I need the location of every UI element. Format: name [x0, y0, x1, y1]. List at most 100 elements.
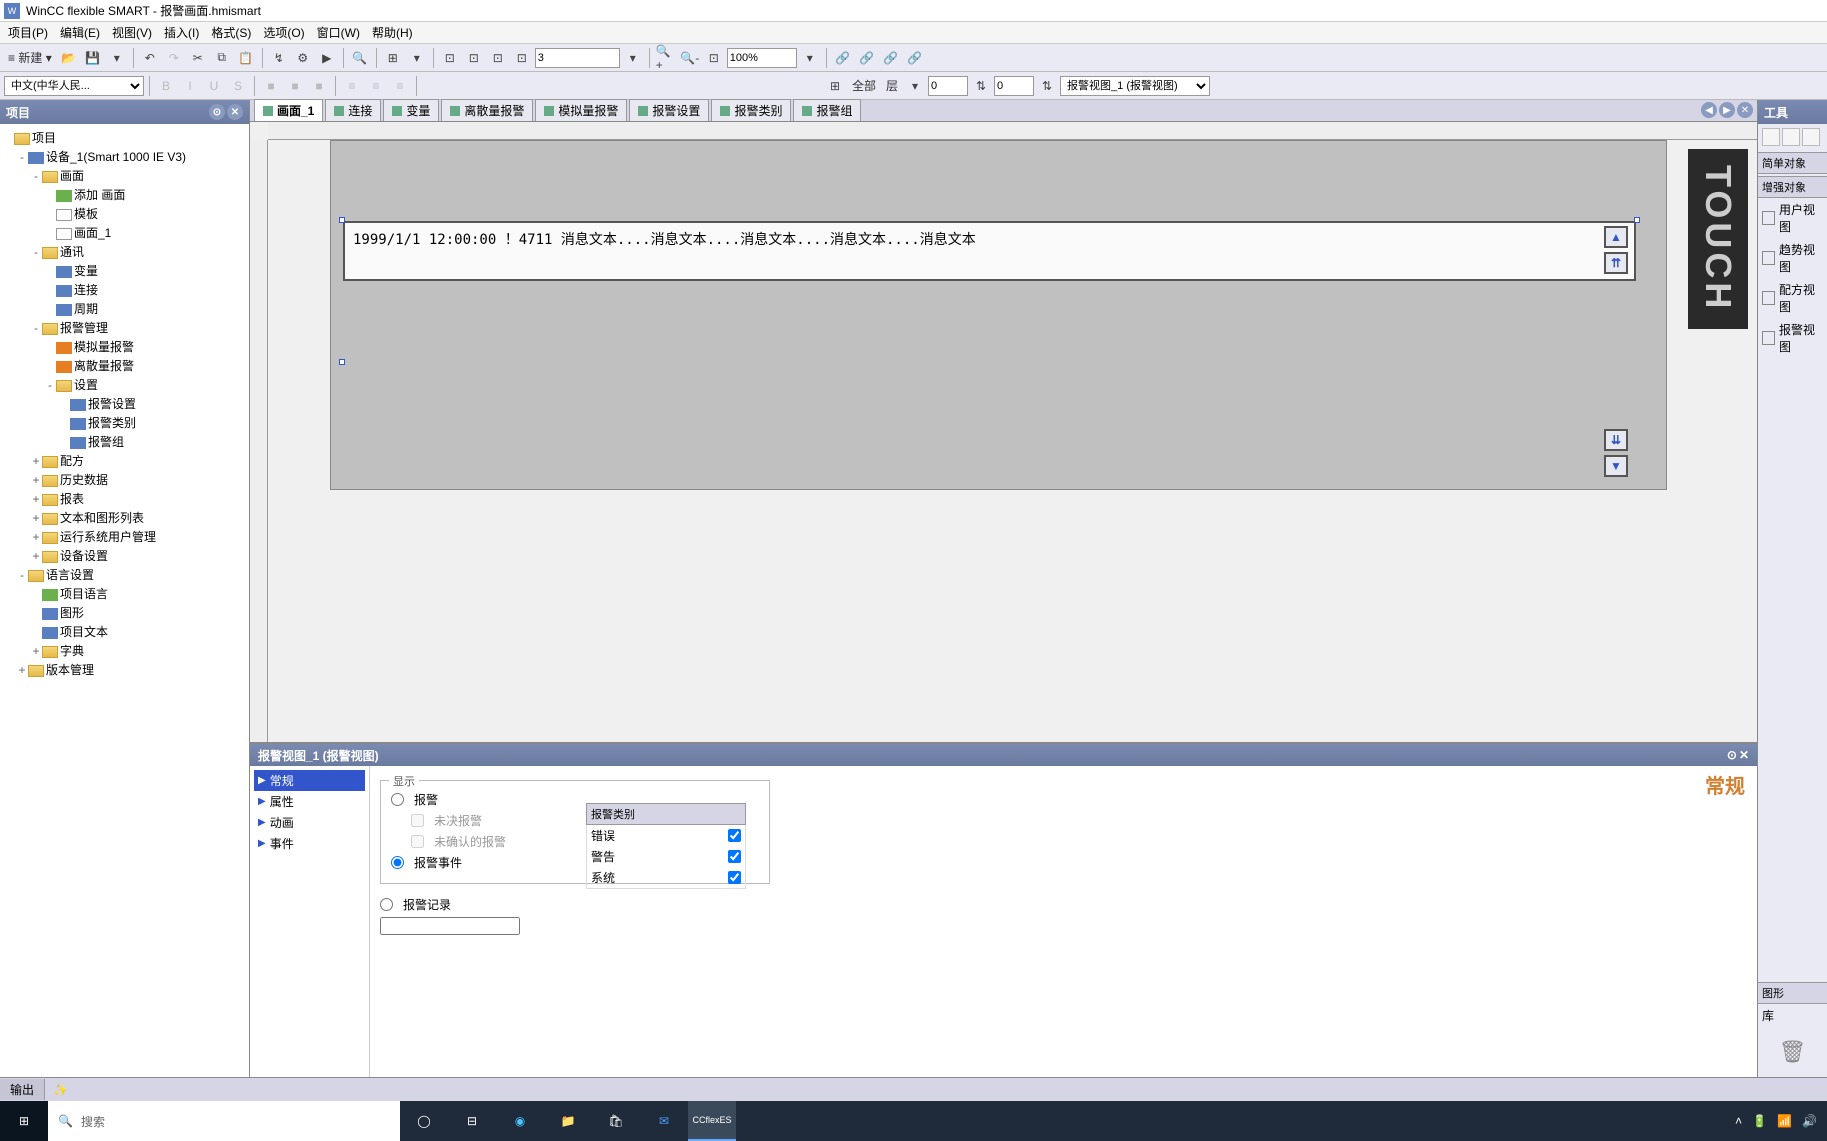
tab-7[interactable]: 报警组 — [793, 99, 861, 121]
ref3-icon[interactable]: ⊡ — [487, 47, 509, 69]
output-tab[interactable]: 输出 — [0, 1079, 45, 1100]
radio-log[interactable] — [380, 898, 393, 911]
alarm-view-object[interactable]: 1999/1/1 12:00:00 ！4711 消息文本....消息文本....… — [343, 221, 1636, 281]
tree-node-11[interactable]: 离散量报警 — [2, 356, 247, 375]
prop-cat-2[interactable]: ▶动画 — [254, 812, 365, 833]
show-all-icon[interactable]: ⊞ — [824, 75, 846, 97]
view-item-3[interactable]: 报警视图 — [1758, 318, 1827, 358]
tree-node-8[interactable]: 周期 — [2, 299, 247, 318]
compile-icon[interactable]: ⚙ — [292, 47, 314, 69]
tree-node-15[interactable]: 报警组 — [2, 432, 247, 451]
view-item-2[interactable]: 配方视图 — [1758, 278, 1827, 318]
tree-node-27[interactable]: +版本管理 — [2, 660, 247, 679]
property-category-tree[interactable]: ▶常规▶属性▶动画▶事件 — [250, 766, 370, 1077]
handle-ne[interactable] — [1634, 217, 1640, 223]
tree-node-5[interactable]: -通讯 — [2, 242, 247, 261]
class-row-2[interactable]: 系统 — [586, 867, 746, 889]
menu-view[interactable]: 视图(V) — [106, 22, 158, 43]
menu-window[interactable]: 窗口(W) — [311, 22, 366, 43]
menu-options[interactable]: 选项(O) — [257, 22, 310, 43]
store-icon[interactable]: 🛍 — [592, 1101, 640, 1141]
tab-4[interactable]: 模拟量报警 — [535, 99, 627, 121]
transfer-icon[interactable]: ↯ — [268, 47, 290, 69]
alignl-icon[interactable]: ≡ — [341, 75, 363, 97]
tree-node-22[interactable]: -语言设置 — [2, 565, 247, 584]
mail-icon[interactable]: ✉ — [640, 1101, 688, 1141]
cortana-icon[interactable]: ⊟ — [448, 1101, 496, 1141]
pin-icon[interactable]: ⊙ — [209, 104, 225, 120]
simulator-icon[interactable]: ▶ — [316, 47, 338, 69]
open-icon[interactable]: 📂 — [58, 47, 80, 69]
tree-node-13[interactable]: 报警设置 — [2, 394, 247, 413]
prop-cat-1[interactable]: ▶属性 — [254, 791, 365, 812]
layout-icon[interactable]: ▾ — [406, 47, 428, 69]
menu-project[interactable]: 项目(P) — [2, 22, 54, 43]
tab-close-icon[interactable]: ✕ — [1737, 102, 1753, 118]
color3-icon[interactable]: ■ — [308, 75, 330, 97]
zoom-input[interactable] — [727, 48, 797, 68]
object-select[interactable]: 报警视图_1 (报警视图) — [1060, 76, 1210, 96]
prop-cat-0[interactable]: ▶常规 — [254, 770, 365, 791]
tray-up-icon[interactable]: ˄ — [1735, 1114, 1742, 1128]
project-tree[interactable]: 项目 -设备_1(Smart 1000 IE V3)-画面添加 画面模板画面_1… — [0, 124, 249, 1077]
y-input[interactable] — [994, 76, 1034, 96]
tree-node-1[interactable]: -画面 — [2, 166, 247, 185]
class-check-2[interactable] — [728, 869, 741, 886]
scroll-bottom-icon[interactable]: ▼ — [1604, 455, 1628, 477]
tree-node-14[interactable]: 报警类别 — [2, 413, 247, 432]
start-button[interactable]: ⊞ — [0, 1101, 48, 1141]
cut-icon[interactable]: ✂ — [187, 47, 209, 69]
prop-cat-3[interactable]: ▶事件 — [254, 833, 365, 854]
ref4-icon[interactable]: ⊡ — [511, 47, 533, 69]
tree-node-6[interactable]: 变量 — [2, 261, 247, 280]
tool-pointer-icon[interactable] — [1762, 128, 1780, 146]
link1-icon[interactable]: 🔗 — [832, 47, 854, 69]
tree-node-19[interactable]: +文本和图形列表 — [2, 508, 247, 527]
underline-icon[interactable]: U — [203, 75, 225, 97]
save-down-icon[interactable]: ▾ — [106, 47, 128, 69]
view-item-0[interactable]: 用户视图 — [1758, 198, 1827, 238]
tree-node-4[interactable]: 画面_1 — [2, 223, 247, 242]
y-spin[interactable]: ⇅ — [1036, 75, 1058, 97]
handle-sw[interactable] — [339, 359, 345, 365]
tree-node-9[interactable]: -报警管理 — [2, 318, 247, 337]
explorer-icon[interactable]: 📁 — [544, 1101, 592, 1141]
tree-node-10[interactable]: 模拟量报警 — [2, 337, 247, 356]
tree-node-25[interactable]: 项目文本 — [2, 622, 247, 641]
menu-edit[interactable]: 编辑(E) — [54, 22, 106, 43]
tab-5[interactable]: 报警设置 — [629, 99, 709, 121]
tray-sound-icon[interactable]: 🔊 — [1802, 1114, 1817, 1128]
tree-node-16[interactable]: +配方 — [2, 451, 247, 470]
design-canvas[interactable]: 1999/1/1 12:00:00 ！4711 消息文本....消息文本....… — [330, 140, 1667, 490]
output-wand-icon[interactable]: ✨ — [45, 1083, 68, 1097]
trash-icon[interactable]: 🗑 — [1779, 1039, 1807, 1065]
save-icon[interactable]: 💾 — [82, 47, 104, 69]
layerdrop-icon[interactable]: ▾ — [904, 75, 926, 97]
tree-node-20[interactable]: +运行系统用户管理 — [2, 527, 247, 546]
tree-node-0[interactable]: -设备_1(Smart 1000 IE V3) — [2, 147, 247, 166]
tree-node-21[interactable]: +设备设置 — [2, 546, 247, 565]
zoomdrop-icon[interactable]: ▾ — [799, 47, 821, 69]
prop-pin-icon[interactable]: ⊙ — [1727, 748, 1737, 762]
log-name-input[interactable] — [380, 917, 520, 935]
radio-alarm[interactable] — [391, 793, 404, 806]
alignr-icon[interactable]: ≡ — [389, 75, 411, 97]
zoomout-icon[interactable]: 🔍- — [679, 47, 701, 69]
x-spin[interactable]: ⇅ — [970, 75, 992, 97]
strike-icon[interactable]: S — [227, 75, 249, 97]
scroll-down-icon[interactable]: ⇊ — [1604, 429, 1628, 451]
num-input[interactable] — [535, 48, 620, 68]
scroll-up-icon[interactable]: ⇈ — [1604, 252, 1628, 274]
color2-icon[interactable]: ■ — [284, 75, 306, 97]
tab-0[interactable]: 画面_1 — [254, 99, 323, 121]
taskview-icon[interactable]: ◯ — [400, 1101, 448, 1141]
tree-node-7[interactable]: 连接 — [2, 280, 247, 299]
tab-6[interactable]: 报警类别 — [711, 99, 791, 121]
radio-event[interactable] — [391, 856, 404, 869]
link3-icon[interactable]: 🔗 — [880, 47, 902, 69]
italic-icon[interactable]: I — [179, 75, 201, 97]
tool-line-icon[interactable] — [1782, 128, 1800, 146]
link4-icon[interactable]: 🔗 — [904, 47, 926, 69]
zoomin-icon[interactable]: 🔍+ — [655, 47, 677, 69]
class-check-0[interactable] — [728, 827, 741, 844]
